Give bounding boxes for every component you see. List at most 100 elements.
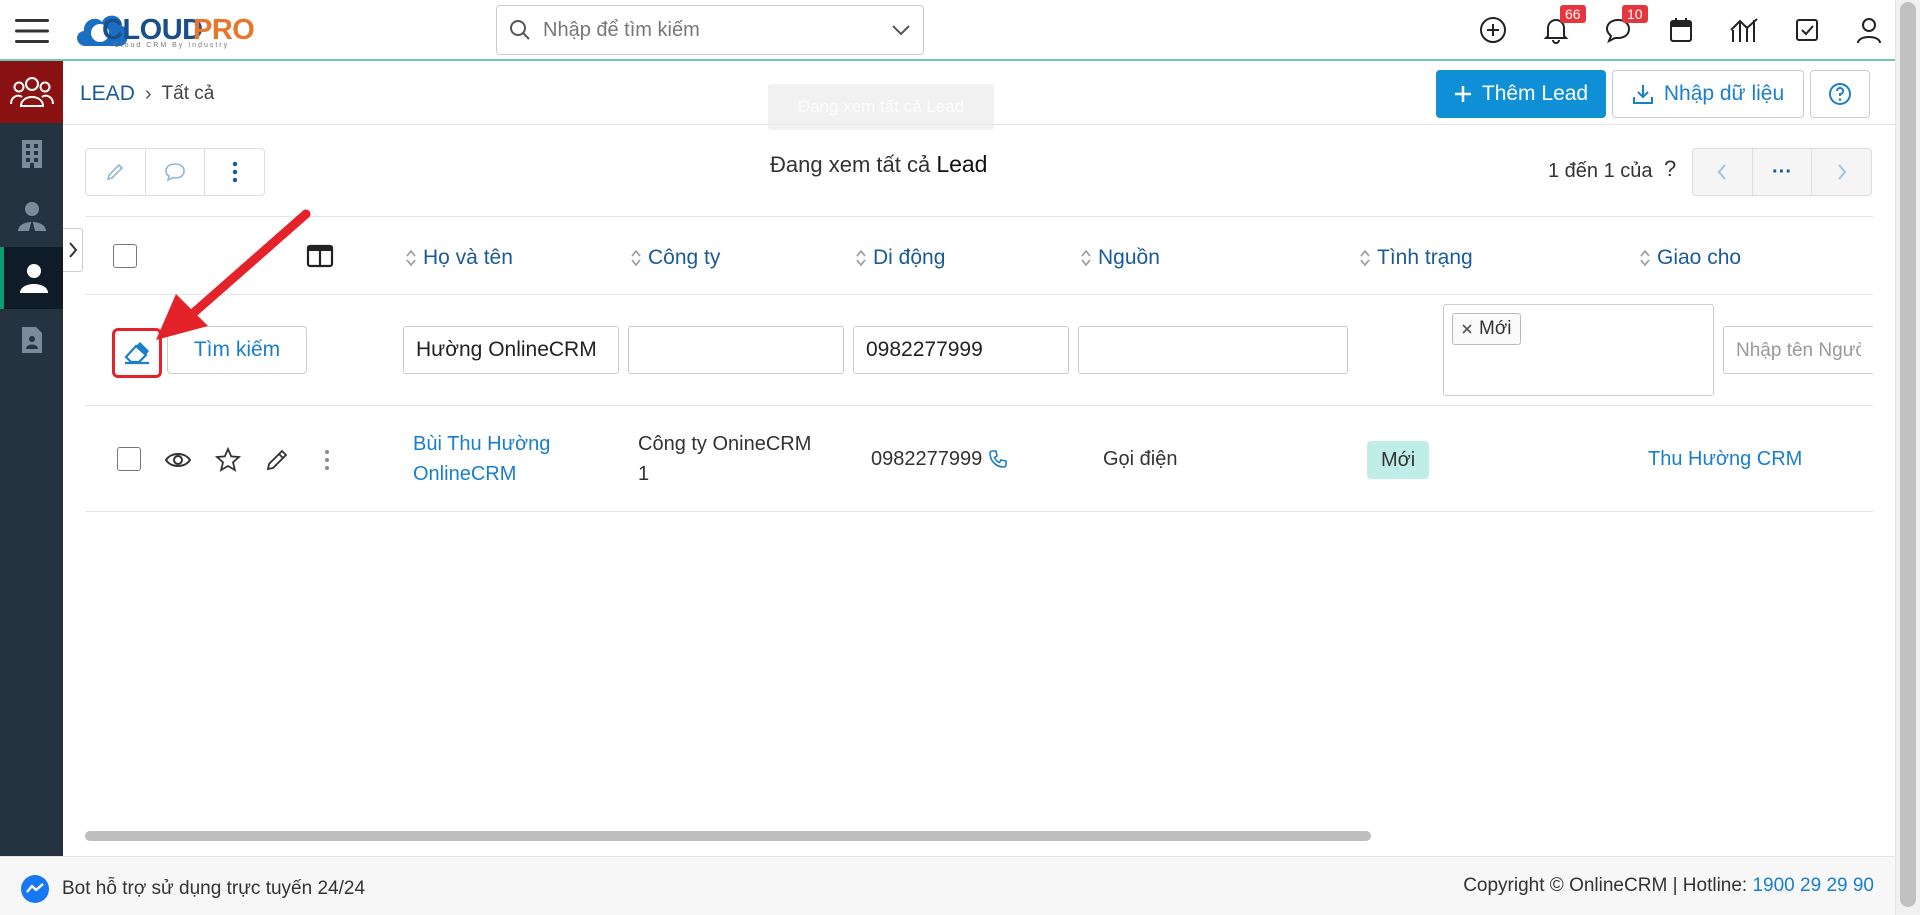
table-header-row: Họ và tên Công ty Di động Nguồn Tình trạ… bbox=[85, 217, 1873, 295]
chevron-left-icon bbox=[1717, 163, 1727, 181]
next-page-button[interactable] bbox=[1812, 149, 1871, 195]
breadcrumb: LEAD › Tất cả bbox=[80, 82, 214, 106]
breadcrumb-current: Tất cả bbox=[161, 83, 215, 104]
checkbox-icon[interactable] bbox=[1789, 12, 1825, 48]
footer-copyright: Copyright © OnlineCRM | Hotline: 1900 29… bbox=[1463, 875, 1874, 897]
eye-icon bbox=[164, 450, 192, 470]
mobile-cell: 0982277999 bbox=[871, 444, 1008, 474]
favorite-button[interactable] bbox=[213, 445, 243, 475]
sidebar-item-users-group[interactable] bbox=[0, 61, 63, 123]
mobile-filter-input[interactable] bbox=[853, 326, 1069, 374]
download-icon bbox=[1632, 83, 1654, 105]
status-badge: Mới bbox=[1367, 441, 1430, 479]
select-all-checkbox[interactable] bbox=[113, 244, 137, 268]
breadcrumb-module-link[interactable]: LEAD bbox=[80, 82, 135, 106]
menu-icon[interactable] bbox=[0, 0, 63, 61]
add-lead-button[interactable]: Thêm Lead bbox=[1436, 70, 1606, 118]
company-filter-input[interactable] bbox=[628, 326, 844, 374]
footer-separator: | bbox=[1672, 875, 1678, 896]
assigned-filter-input[interactable] bbox=[1723, 326, 1873, 374]
column-header-company-label: Công ty bbox=[648, 246, 721, 269]
annotation-arrow bbox=[156, 209, 311, 340]
question-circle-icon bbox=[1828, 82, 1852, 106]
notifications-badge: 66 bbox=[1560, 5, 1586, 23]
help-button[interactable] bbox=[1810, 70, 1870, 118]
sidebar-item-leads[interactable] bbox=[0, 247, 63, 309]
top-navigation-bar: CLOUD PRO Cloud CRM By Industry 66 10 bbox=[0, 0, 1895, 61]
sidebar-expand-toggle[interactable] bbox=[63, 228, 83, 272]
module-sidebar bbox=[0, 61, 63, 856]
assigned-user-link[interactable]: Thu Hường CRM bbox=[1648, 444, 1802, 474]
column-header-name[interactable]: Họ và tên bbox=[405, 246, 513, 270]
lead-person-icon bbox=[19, 262, 49, 294]
horizontal-scrollbar[interactable] bbox=[85, 830, 1873, 842]
cloudpro-logo[interactable]: CLOUD PRO Cloud CRM By Industry bbox=[72, 4, 292, 54]
ellipsis-icon: ··· bbox=[1772, 160, 1792, 183]
support-chat-link[interactable]: Bot hỗ trợ sử dụng trực tuyến 24/24 bbox=[20, 874, 365, 904]
row-select-checkbox[interactable] bbox=[117, 447, 141, 471]
users-group-icon bbox=[9, 72, 54, 112]
pencil-icon bbox=[265, 448, 289, 472]
chevron-right-icon bbox=[1837, 163, 1847, 181]
column-header-mobile[interactable]: Di động bbox=[855, 246, 945, 270]
lead-name-link[interactable]: Bùi Thu Hường OnlineCRM bbox=[413, 429, 613, 489]
remove-chip-icon[interactable] bbox=[1461, 323, 1473, 335]
company-line2: 1 bbox=[638, 463, 650, 485]
column-header-status[interactable]: Tình trạng bbox=[1359, 246, 1473, 270]
vertical-dots-icon bbox=[324, 449, 330, 471]
phone-icon[interactable] bbox=[988, 449, 1008, 469]
user-icon[interactable] bbox=[1851, 12, 1887, 48]
contact-icon bbox=[17, 200, 47, 232]
chart-icon[interactable] bbox=[1726, 12, 1762, 48]
more-actions-button[interactable] bbox=[205, 149, 264, 195]
view-record-button[interactable] bbox=[163, 445, 193, 475]
messenger-icon bbox=[20, 874, 50, 904]
column-header-mobile-label: Di động bbox=[873, 246, 946, 269]
document-icon bbox=[20, 325, 44, 355]
chat-icon[interactable]: 10 bbox=[1600, 5, 1648, 48]
mass-comment-button[interactable] bbox=[146, 149, 206, 195]
company-cell: Công ty OnineCRM 1 bbox=[638, 429, 848, 489]
add-lead-label: Thêm Lead bbox=[1481, 82, 1589, 105]
header-divider bbox=[63, 124, 1895, 125]
sidebar-item-contacts[interactable] bbox=[0, 185, 63, 247]
status-filter-chip-label: Mới bbox=[1479, 318, 1512, 339]
building-icon bbox=[20, 138, 44, 170]
column-header-status-label: Tình trạng bbox=[1377, 246, 1473, 269]
horizontal-scroll-thumb[interactable] bbox=[85, 831, 1371, 841]
breadcrumb-separator: › bbox=[144, 82, 152, 105]
pager-total-unknown[interactable]: ? bbox=[1664, 156, 1676, 182]
column-header-assigned[interactable]: Giao cho bbox=[1639, 246, 1741, 270]
mass-edit-button[interactable] bbox=[86, 149, 146, 195]
vertical-scroll-thumb[interactable] bbox=[1900, 2, 1916, 907]
column-header-company[interactable]: Công ty bbox=[630, 246, 720, 270]
name-filter-input[interactable] bbox=[403, 326, 619, 374]
sidebar-item-organizations[interactable] bbox=[0, 123, 63, 185]
status-filter-select[interactable]: Mới bbox=[1443, 304, 1714, 396]
import-data-button[interactable]: Nhập dữ liệu bbox=[1612, 70, 1804, 118]
global-search-input[interactable] bbox=[543, 18, 891, 42]
pager-buttons: ··· bbox=[1692, 148, 1872, 196]
plus-circle-icon[interactable] bbox=[1475, 12, 1511, 48]
page-jump-button[interactable]: ··· bbox=[1753, 149, 1813, 195]
edit-record-button[interactable] bbox=[262, 445, 292, 475]
list-view-title: Đang xem tất cả Lead bbox=[770, 151, 987, 178]
copyright-text: Copyright © OnlineCRM bbox=[1463, 875, 1668, 896]
status-filter-chip[interactable]: Mới bbox=[1452, 313, 1521, 345]
calendar-icon[interactable] bbox=[1663, 12, 1699, 48]
vertical-scrollbar[interactable] bbox=[1895, 0, 1920, 915]
chevron-down-icon[interactable] bbox=[891, 24, 911, 36]
row-more-button[interactable] bbox=[312, 445, 342, 475]
table-row[interactable]: Bùi Thu Hường OnlineCRM Công ty OnineCRM… bbox=[85, 407, 1873, 512]
mass-action-toolbar bbox=[85, 148, 265, 196]
source-filter-input[interactable] bbox=[1078, 326, 1348, 374]
plus-icon bbox=[1454, 85, 1472, 103]
search-icon bbox=[509, 19, 531, 41]
global-search-box[interactable] bbox=[496, 5, 924, 55]
column-header-source[interactable]: Nguồn bbox=[1080, 246, 1160, 270]
bell-icon[interactable]: 66 bbox=[1538, 5, 1586, 48]
pencil-icon bbox=[105, 162, 125, 182]
hotline-number[interactable]: 1900 29 29 90 bbox=[1752, 875, 1874, 896]
sidebar-item-documents[interactable] bbox=[0, 309, 63, 371]
previous-page-button[interactable] bbox=[1693, 149, 1753, 195]
